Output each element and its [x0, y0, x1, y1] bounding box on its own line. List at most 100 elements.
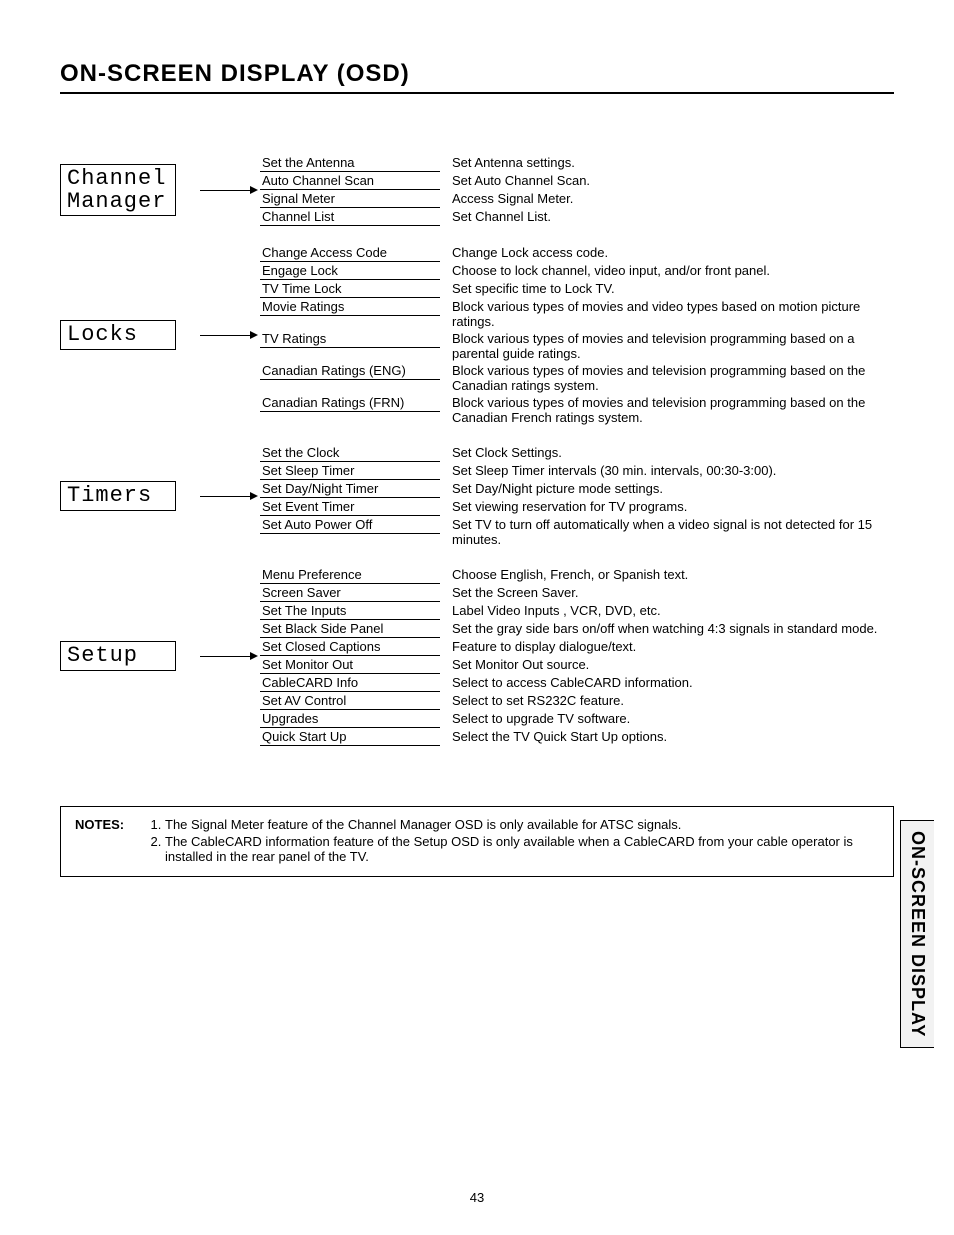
category-box: Setup [60, 641, 176, 670]
notes-label: NOTES: [75, 817, 145, 866]
item-desc: Select to access CableCARD information. [440, 674, 894, 691]
item-desc: Set the Screen Saver. [440, 584, 894, 601]
item-name: Set Closed Captions [260, 638, 440, 656]
item-rows: Set the AntennaSet Antenna settings.Auto… [260, 154, 894, 226]
item-name: Channel List [260, 208, 440, 226]
notes-box: NOTES: The Signal Meter feature of the C… [60, 806, 894, 877]
category-box: Channel Manager [60, 164, 176, 216]
item-row: Set the ClockSet Clock Settings. [260, 444, 894, 462]
item-name: Set the Clock [260, 444, 440, 462]
item-desc: Set the gray side bars on/off when watch… [440, 620, 894, 637]
item-rows: Change Access CodeChange Lock access cod… [260, 244, 894, 426]
item-row: Set The InputsLabel Video Inputs , VCR, … [260, 602, 894, 620]
item-row: Set Monitor OutSet Monitor Out source. [260, 656, 894, 674]
arrow-icon [200, 323, 260, 347]
item-name: Upgrades [260, 710, 440, 728]
item-row: Change Access CodeChange Lock access cod… [260, 244, 894, 262]
item-name: Screen Saver [260, 584, 440, 602]
item-row: Movie RatingsBlock various types of movi… [260, 298, 894, 330]
page-number: 43 [0, 1190, 954, 1205]
item-name: Set Sleep Timer [260, 462, 440, 480]
item-row: UpgradesSelect to upgrade TV software. [260, 710, 894, 728]
item-name: Signal Meter [260, 190, 440, 208]
item-desc: Set Antenna settings. [440, 154, 894, 171]
item-desc: Set Monitor Out source. [440, 656, 894, 673]
category-box: Locks [60, 320, 176, 349]
item-row: Auto Channel ScanSet Auto Channel Scan. [260, 172, 894, 190]
item-rows: Menu PreferenceChoose English, French, o… [260, 566, 894, 746]
item-name: Set Event Timer [260, 498, 440, 516]
item-desc: Set TV to turn off automatically when a … [440, 516, 894, 548]
osd-section: Locks Change Access CodeChange Lock acces… [60, 244, 894, 426]
item-row: Engage LockChoose to lock channel, video… [260, 262, 894, 280]
item-row: Canadian Ratings (FRN)Block various type… [260, 394, 894, 426]
item-desc: Label Video Inputs , VCR, DVD, etc. [440, 602, 894, 619]
item-desc: Block various types of movies and televi… [440, 394, 894, 426]
item-name: Engage Lock [260, 262, 440, 280]
item-desc: Select the TV Quick Start Up options. [440, 728, 894, 745]
arrow-icon [200, 644, 260, 668]
osd-section: Setup Menu PreferenceChoose English, Fren… [60, 566, 894, 746]
item-name: Movie Ratings [260, 298, 440, 316]
item-desc: Select to upgrade TV software. [440, 710, 894, 727]
item-name: Set the Antenna [260, 154, 440, 172]
item-name: Auto Channel Scan [260, 172, 440, 190]
item-row: Quick Start UpSelect the TV Quick Start … [260, 728, 894, 746]
item-desc: Choose English, French, or Spanish text. [440, 566, 894, 583]
item-row: Set Black Side PanelSet the gray side ba… [260, 620, 894, 638]
note-item: The Signal Meter feature of the Channel … [165, 817, 879, 832]
item-row: TV RatingsBlock various types of movies … [260, 330, 894, 362]
item-name: TV Time Lock [260, 280, 440, 298]
item-name: Set Auto Power Off [260, 516, 440, 534]
arrow-icon [200, 484, 260, 508]
item-desc: Set Channel List. [440, 208, 894, 225]
item-row: Signal MeterAccess Signal Meter. [260, 190, 894, 208]
item-rows: Set the ClockSet Clock Settings.Set Slee… [260, 444, 894, 548]
item-row: Channel ListSet Channel List. [260, 208, 894, 226]
item-row: Set AV ControlSelect to set RS232C featu… [260, 692, 894, 710]
item-name: Change Access Code [260, 244, 440, 262]
item-row: Set Day/Night TimerSet Day/Night picture… [260, 480, 894, 498]
sections-container: Channel Manager Set the AntennaSet Antenn… [60, 154, 894, 746]
item-desc: Set Auto Channel Scan. [440, 172, 894, 189]
category-box: Timers [60, 481, 176, 510]
item-desc: Set Sleep Timer intervals (30 min. inter… [440, 462, 894, 479]
item-row: Set Event TimerSet viewing reservation f… [260, 498, 894, 516]
osd-section: Channel Manager Set the AntennaSet Antenn… [60, 154, 894, 226]
item-row: CableCARD InfoSelect to access CableCARD… [260, 674, 894, 692]
category-wrap: Setup [60, 641, 200, 670]
arrow-icon [200, 178, 260, 202]
item-desc: Choose to lock channel, video input, and… [440, 262, 894, 279]
osd-section: TimersSet the ClockSet Clock Settings.Se… [60, 444, 894, 548]
item-row: Set Closed CaptionsFeature to display di… [260, 638, 894, 656]
item-name: Set Black Side Panel [260, 620, 440, 638]
page-title: ON-SCREEN DISPLAY (OSD) [60, 60, 894, 94]
item-desc: Block various types of movies and video … [440, 298, 894, 330]
item-desc: Set Clock Settings. [440, 444, 894, 461]
item-row: Set Sleep TimerSet Sleep Timer intervals… [260, 462, 894, 480]
note-item: The CableCARD information feature of the… [165, 834, 879, 864]
item-name: Set Day/Night Timer [260, 480, 440, 498]
item-desc: Feature to display dialogue/text. [440, 638, 894, 655]
item-row: Set the AntennaSet Antenna settings. [260, 154, 894, 172]
item-desc: Select to set RS232C feature. [440, 692, 894, 709]
item-row: Menu PreferenceChoose English, French, o… [260, 566, 894, 584]
category-wrap: Locks [60, 320, 200, 349]
category-wrap: Timers [60, 481, 200, 510]
category-wrap: Channel Manager [60, 164, 200, 216]
item-desc: Set viewing reservation for TV programs. [440, 498, 894, 515]
item-name: Canadian Ratings (ENG) [260, 362, 440, 380]
item-row: Canadian Ratings (ENG)Block various type… [260, 362, 894, 394]
notes-list: The Signal Meter feature of the Channel … [145, 817, 879, 866]
item-name: TV Ratings [260, 330, 440, 348]
item-name: Canadian Ratings (FRN) [260, 394, 440, 412]
item-name: Set AV Control [260, 692, 440, 710]
item-row: Screen SaverSet the Screen Saver. [260, 584, 894, 602]
item-row: Set Auto Power OffSet TV to turn off aut… [260, 516, 894, 548]
item-desc: Set specific time to Lock TV. [440, 280, 894, 297]
side-tab: ON-SCREEN DISPLAY [900, 820, 934, 1048]
item-desc: Set Day/Night picture mode settings. [440, 480, 894, 497]
item-desc: Block various types of movies and televi… [440, 362, 894, 394]
item-desc: Access Signal Meter. [440, 190, 894, 207]
item-name: Set Monitor Out [260, 656, 440, 674]
